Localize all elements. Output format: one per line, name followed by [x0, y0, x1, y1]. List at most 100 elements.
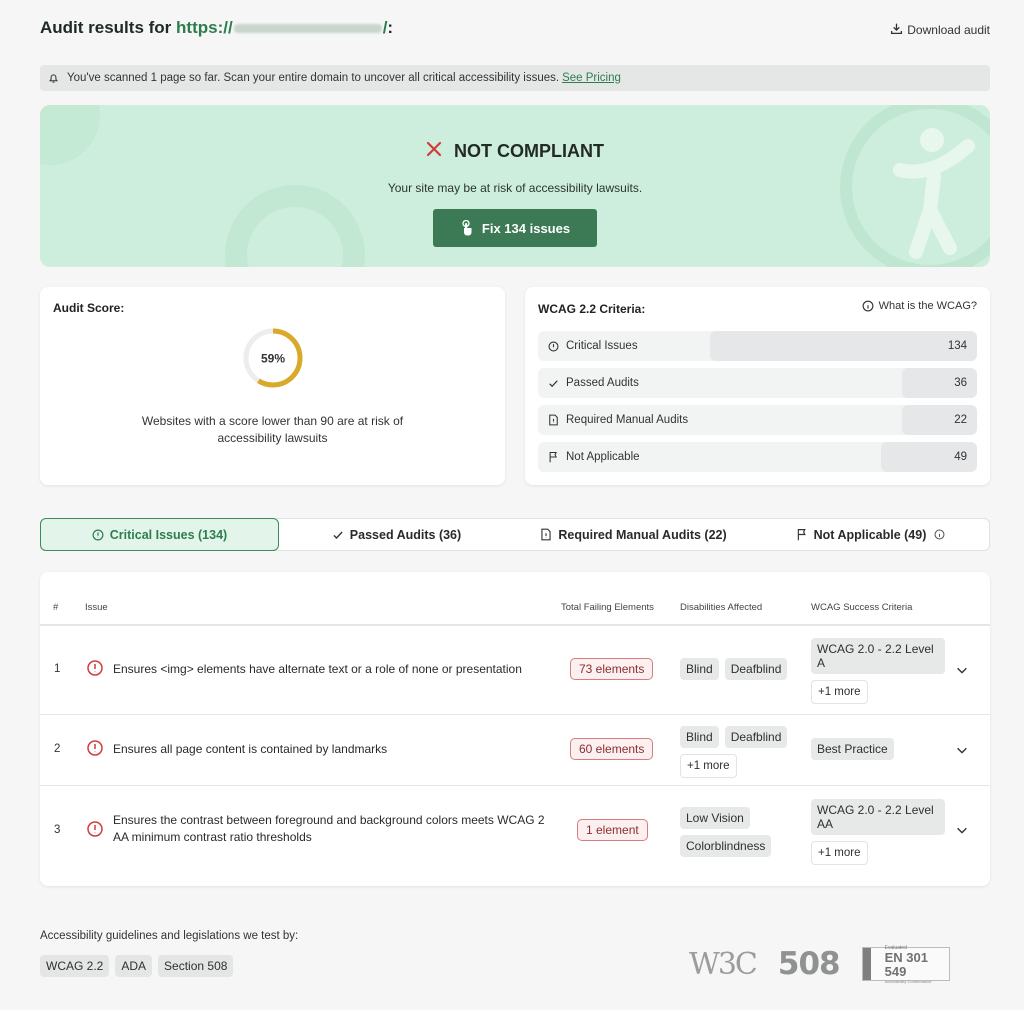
criteria-bar [710, 331, 977, 361]
criteria-tags: WCAG 2.0 - 2.2 Level A +1 more [811, 638, 945, 704]
guidelines-label: Accessibility guidelines and legislation… [40, 930, 299, 942]
notice-text: You've scanned 1 page so far. Scan your … [67, 72, 560, 84]
tap-hand-icon [460, 220, 474, 236]
disability-tag: Deafblind [724, 658, 788, 680]
criteria-tag: WCAG 2.0 - 2.2 Level A [811, 638, 945, 674]
score-donut: 59% [243, 328, 303, 388]
status-text: NOT COMPLIANT [454, 141, 604, 161]
issue-text: Ensures <img> elements have alternate te… [113, 662, 522, 676]
flag-icon [548, 451, 559, 463]
header-failing-elements: Total Failing Elements [561, 602, 654, 613]
criteria-count: 49 [954, 451, 967, 463]
wcag-criteria-label: WCAG 2.2 Criteria: [538, 302, 646, 316]
info-icon [862, 300, 874, 312]
disabilities-tags: Blind Deafblind +1 more [680, 726, 795, 778]
what-is-wcag-label: What is the WCAG? [878, 300, 977, 312]
fix-button-label: Fix 134 issues [481, 220, 571, 236]
audited-url[interactable]: https:/// [176, 18, 387, 37]
more-criteria-button[interactable]: +1 more [811, 841, 868, 865]
criteria-count: 134 [947, 340, 967, 352]
criteria-tags: WCAG 2.0 - 2.2 Level AA +1 more [811, 799, 945, 865]
row-number: 2 [54, 743, 61, 755]
criteria-row-manual[interactable]: Required Manual Audits 22 [538, 405, 977, 435]
title-suffix: : [387, 18, 394, 37]
info-circle-icon [92, 529, 104, 541]
table-row[interactable]: 1 Ensures <img> elements have alternate … [40, 626, 990, 715]
row-number: 1 [54, 663, 61, 675]
tab-label: Not Applicable (49) [813, 527, 927, 542]
check-icon [548, 378, 559, 389]
error-icon [87, 660, 103, 679]
chevron-down-icon[interactable] [955, 823, 969, 840]
disabilities-tags: Blind Deafblind [680, 658, 795, 680]
results-tabs: Critical Issues (134) Passed Audits (36)… [40, 518, 990, 551]
tab-not-applicable[interactable]: Not Applicable (49) [752, 519, 989, 550]
disability-tag: Blind [680, 658, 719, 680]
title-prefix: Audit results for [40, 18, 172, 37]
criteria-label: Critical Issues [566, 340, 638, 352]
error-icon [87, 821, 103, 840]
tab-required-manual-audits[interactable]: Required Manual Audits (22) [515, 519, 752, 550]
what-is-wcag-link[interactable]: What is the WCAG? [862, 300, 977, 312]
guideline-tag: WCAG 2.2 [40, 955, 110, 977]
compliance-status: NOT COMPLIANT [40, 141, 990, 162]
more-disabilities-button[interactable]: +1 more [680, 754, 737, 778]
section-508-logo: 508 [777, 946, 841, 982]
fix-issues-button[interactable]: Fix 134 issues [433, 209, 597, 247]
disability-tag: Deafblind [724, 726, 788, 748]
criteria-label: Required Manual Audits [566, 414, 689, 426]
en-logo-main: EN 301 549 [884, 949, 928, 979]
en-logo-caption: Accessibility Conformance [884, 978, 932, 984]
header-disabilities: Disabilities Affected [680, 602, 763, 613]
url-prefix: https:// [176, 18, 233, 37]
failing-elements-badge: 1 element [577, 819, 648, 841]
more-criteria-button[interactable]: +1 more [811, 680, 868, 704]
score-description: Websites with a score lower than 90 are … [141, 414, 404, 445]
document-icon [548, 414, 559, 426]
guideline-tag: ADA [115, 955, 153, 977]
page-title: Audit results for https:///: [40, 18, 393, 38]
en-301-549-logo: Evaluated EN 301 549 Accessibility Confo… [861, 945, 950, 984]
error-icon [87, 740, 103, 759]
header-num: # [53, 602, 59, 613]
download-audit-button[interactable]: Download audit [890, 22, 990, 38]
criteria-row-passed[interactable]: Passed Audits 36 [538, 368, 977, 398]
header-criteria: WCAG Success Criteria [811, 602, 913, 613]
issues-table: # Issue Total Failing Elements Disabilit… [40, 572, 990, 886]
table-row[interactable]: 3 Ensures the contrast between foregroun… [40, 786, 990, 878]
chevron-down-icon[interactable] [955, 663, 969, 680]
issue-text: Ensures the contrast between foreground … [113, 813, 545, 844]
disability-tag: Blind [680, 726, 719, 748]
info-icon[interactable] [934, 529, 945, 540]
download-icon [890, 22, 903, 38]
tab-label: Required Manual Audits (22) [558, 527, 727, 542]
criteria-label: Passed Audits [566, 377, 639, 389]
chevron-down-icon[interactable] [955, 743, 969, 760]
guidelines-tags: WCAG 2.2 ADA Section 508 [40, 955, 234, 977]
audit-score-card: Audit Score: 59% Websites with a score l… [40, 287, 505, 485]
tab-label: Passed Audits (36) [349, 527, 462, 542]
failing-elements-badge: 60 elements [570, 738, 654, 760]
header-issue: Issue [85, 602, 108, 613]
tab-label: Critical Issues (134) [109, 527, 228, 542]
tab-passed-audits[interactable]: Passed Audits (36) [278, 519, 515, 550]
criteria-row-critical[interactable]: Critical Issues 134 [538, 331, 977, 361]
criteria-count: 22 [954, 414, 967, 426]
x-icon [426, 141, 442, 162]
disabilities-tags: Low Vision Colorblindness [680, 807, 795, 857]
bell-icon [48, 72, 59, 84]
disability-tag: Colorblindness [680, 835, 772, 857]
table-row[interactable]: 2 Ensures all page content is contained … [40, 715, 990, 786]
score-value: 59% [261, 352, 285, 366]
w3c-logo: W3C [689, 946, 758, 982]
compliance-banner: NOT COMPLIANT Your site may be at risk o… [40, 105, 990, 267]
tab-critical-issues[interactable]: Critical Issues (134) [40, 518, 279, 551]
criteria-count: 36 [954, 377, 967, 389]
criteria-label: Not Applicable [566, 451, 640, 463]
see-pricing-link[interactable]: See Pricing [562, 72, 621, 84]
standards-logos: W3C 508 Evaluated EN 301 549 Accessibili… [689, 945, 950, 984]
document-icon [540, 528, 552, 541]
criteria-tag: WCAG 2.0 - 2.2 Level AA [811, 799, 945, 835]
criteria-row-not-applicable[interactable]: Not Applicable 49 [538, 442, 977, 472]
hero-subtitle: Your site may be at risk of accessibilit… [387, 181, 643, 195]
